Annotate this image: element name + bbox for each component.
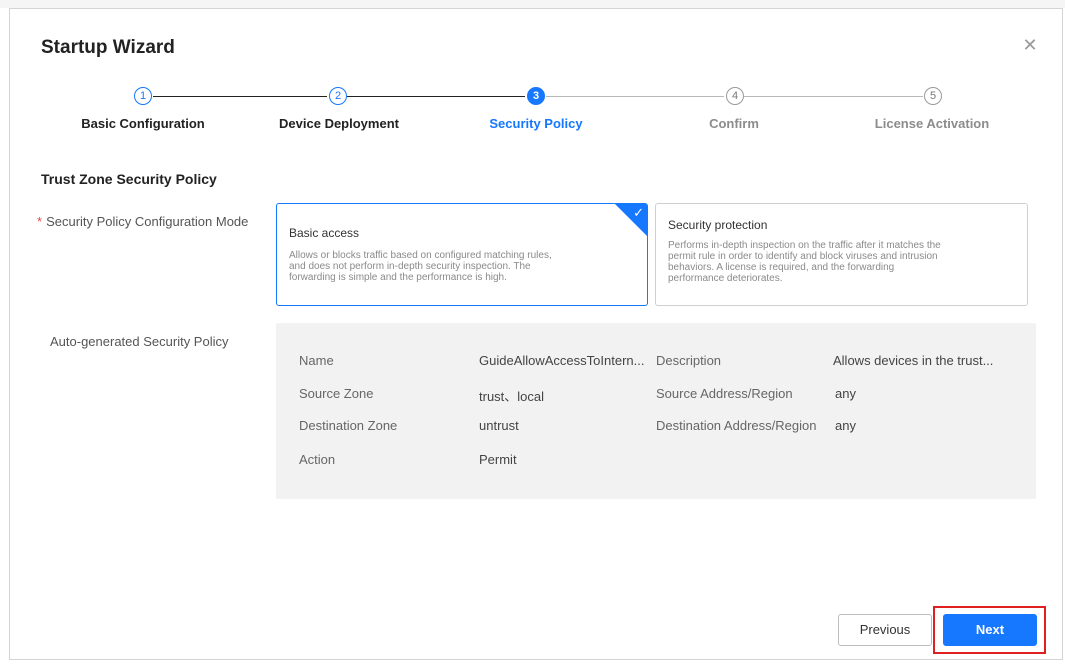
description-line: performance deteriorates. xyxy=(668,273,783,284)
source-zone-value: trust、local xyxy=(479,389,545,404)
startup-wizard-dialog: Startup Wizard ✕ 1 2 3 4 5 Basic Configu… xyxy=(9,8,1063,660)
description-line: behaviors. A license is required, and th… xyxy=(668,262,895,273)
step-2-label: Device Deployment xyxy=(279,116,399,131)
description-line: permit rule in order to identify and blo… xyxy=(668,251,938,262)
previous-button[interactable]: Previous xyxy=(838,614,932,646)
step-connector xyxy=(153,96,327,97)
destination-zone-value: untrust xyxy=(479,418,519,433)
name-key: Name xyxy=(299,353,334,368)
source-zone-key: Source Zone xyxy=(299,386,374,401)
security-protection-description: Performs in-depth inspection on the traf… xyxy=(668,240,941,284)
description-line: forwarding is simple and the performance… xyxy=(289,272,507,283)
destination-zone-key: Destination Zone xyxy=(299,418,398,433)
action-value: Permit xyxy=(479,452,517,467)
wizard-steps: 1 2 3 4 5 Basic Configuration Device Dep… xyxy=(10,87,1064,147)
mode-field-label: * Security Policy Configuration Mode xyxy=(37,214,248,229)
checkmark-icon: ✓ xyxy=(633,205,644,220)
security-protection-title: Security protection xyxy=(668,218,768,232)
step-5-indicator: 5 xyxy=(924,87,942,105)
step-4-indicator: 4 xyxy=(726,87,744,105)
mode-field-label-text: Security Policy Configuration Mode xyxy=(46,214,249,229)
description-line: and does not perform in-depth security i… xyxy=(289,261,531,272)
step-1-label: Basic Configuration xyxy=(81,116,205,131)
basic-access-title: Basic access xyxy=(289,226,360,240)
step-5-label: License Activation xyxy=(874,116,990,131)
step-1-indicator: 1 xyxy=(134,87,152,105)
security-protection-option[interactable]: Security protection Performs in-depth in… xyxy=(655,203,1028,306)
destination-address-value: any xyxy=(835,418,856,433)
action-key: Action xyxy=(299,452,336,467)
description-key: Description xyxy=(656,353,722,368)
step-3-indicator: 3 xyxy=(527,87,545,105)
description-line: Allows or blocks traffic based on config… xyxy=(289,250,552,261)
dialog-title: Startup Wizard xyxy=(41,37,175,58)
window-top-strip xyxy=(0,0,1065,8)
source-address-value: any xyxy=(835,386,856,401)
basic-access-option[interactable]: Basic access Allows or blocks traffic ba… xyxy=(276,203,648,306)
close-icon[interactable]: ✕ xyxy=(1022,36,1038,54)
auto-generated-policy-panel: Name GuideAllowAccessToIntern... Descrip… xyxy=(276,323,1036,499)
step-connector xyxy=(744,96,923,97)
section-title: Trust Zone Security Policy xyxy=(41,171,217,187)
destination-address-key: Destination Address/Region xyxy=(656,418,817,433)
step-3-label: Security Policy xyxy=(489,116,583,131)
source-address-key: Source Address/Region xyxy=(656,386,793,401)
description-line: Performs in-depth inspection on the traf… xyxy=(668,240,941,251)
description-value: Allows devices in the trust... xyxy=(833,353,994,368)
step-2-indicator: 2 xyxy=(329,87,347,105)
name-value: GuideAllowAccessToIntern... xyxy=(479,353,645,368)
required-mark: * xyxy=(37,214,43,229)
highlight-box xyxy=(933,606,1046,654)
basic-access-description: Allows or blocks traffic based on config… xyxy=(289,250,552,283)
step-4-label: Confirm xyxy=(709,116,759,131)
policy-field-label: Auto-generated Security Policy xyxy=(50,334,229,349)
step-connector xyxy=(347,96,525,97)
step-connector xyxy=(546,96,724,97)
